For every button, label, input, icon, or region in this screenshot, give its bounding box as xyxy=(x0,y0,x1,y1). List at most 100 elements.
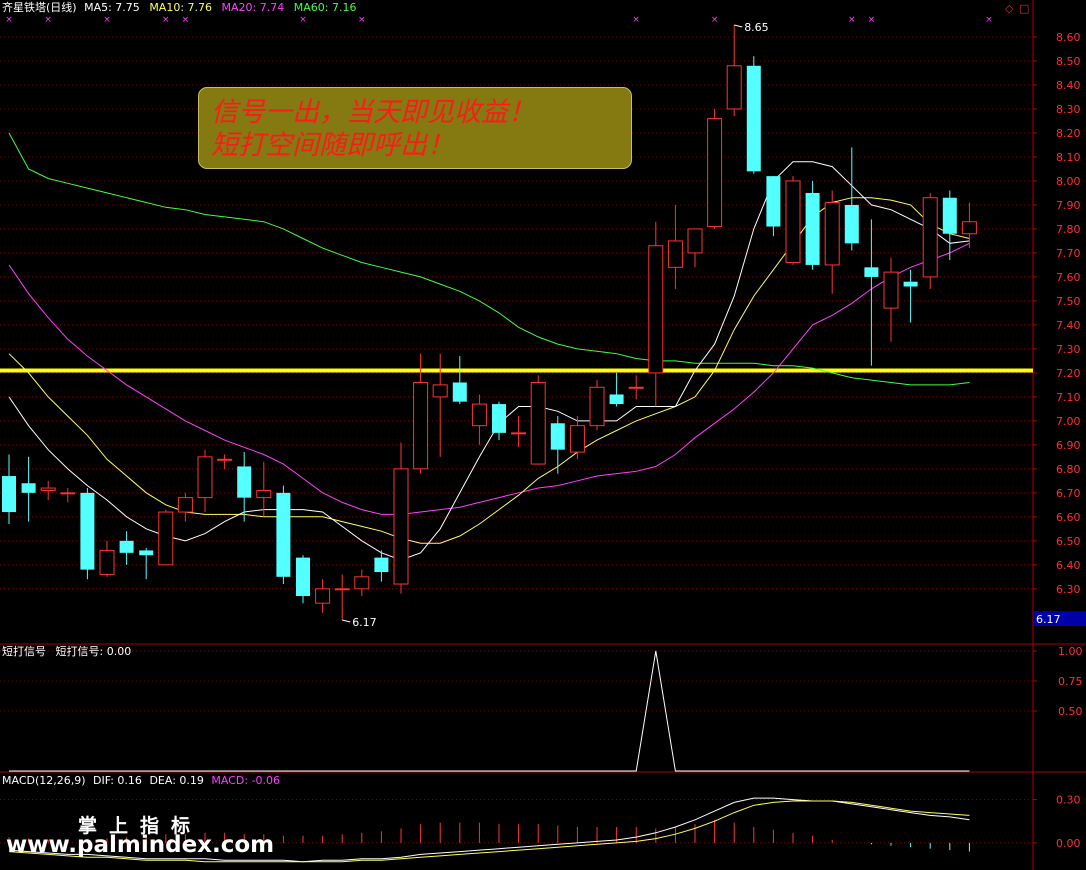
price-tick-label: 6.90 xyxy=(1056,439,1081,452)
dea-label: DEA: 0.19 xyxy=(149,774,204,787)
candle-body xyxy=(961,221,977,235)
chart-legend: 齐星铁塔(日线) MA5: 7.75 MA10: 7.76 MA20: 7.74… xyxy=(2,1,356,15)
price-tick-label: 8.60 xyxy=(1056,31,1081,44)
candle-body xyxy=(99,549,115,575)
candle-body xyxy=(354,576,370,590)
ma20-label: MA20: 7.74 xyxy=(221,1,285,14)
candle-body xyxy=(413,381,429,470)
annotation-pointer xyxy=(342,619,351,623)
dif-label: DIF: 0.16 xyxy=(93,774,142,787)
candle-body xyxy=(922,197,938,278)
signal-marker: × xyxy=(299,15,307,25)
candle-body xyxy=(334,588,350,591)
candle-body xyxy=(707,118,723,228)
candle-body xyxy=(726,65,742,110)
signal-marker: × xyxy=(711,15,719,25)
candle-body xyxy=(471,403,487,427)
candle-body xyxy=(296,557,310,597)
price-tick-label: 8.00 xyxy=(1056,175,1081,188)
price-tick-label: 7.40 xyxy=(1056,319,1081,332)
candle-body xyxy=(550,423,565,450)
macd-title: MACD(12,26,9) xyxy=(2,774,86,787)
signal-legend: 短打信号 短打信号: 0.00 xyxy=(2,645,131,659)
price-tick-label: 6.40 xyxy=(1056,559,1081,572)
signal-marker: × xyxy=(162,15,170,25)
candle-body xyxy=(942,197,957,234)
candle-body xyxy=(569,425,585,453)
watermark-url: www.palmindex.com xyxy=(6,832,275,858)
macd-label: MACD: -0.06 xyxy=(211,774,281,787)
candle-body xyxy=(805,192,820,265)
signal-marker: × xyxy=(103,15,111,25)
candle-body xyxy=(315,588,331,604)
price-tick-label: 8.40 xyxy=(1056,79,1081,92)
candle-body xyxy=(177,497,193,513)
candle-body xyxy=(452,382,467,402)
annotation-pointer xyxy=(734,24,743,28)
ma20-line xyxy=(8,242,970,515)
candle-body xyxy=(903,281,918,287)
candle-body xyxy=(2,476,16,513)
signal-line xyxy=(9,650,970,772)
current-price-label: 6.17 xyxy=(1036,613,1061,626)
annotation-label: 6.17 xyxy=(352,616,377,629)
candle-body xyxy=(197,456,213,499)
candle-body xyxy=(139,550,154,556)
signal-tick-label: 1.00 xyxy=(1058,645,1083,658)
signal-marker: × xyxy=(182,15,190,25)
candle-body xyxy=(60,492,76,495)
price-tick-label: 7.00 xyxy=(1056,415,1081,428)
signal-marker: × xyxy=(632,15,640,25)
signal-value: 短打信号: 0.00 xyxy=(55,645,132,658)
candle-body xyxy=(432,384,448,398)
candle-body xyxy=(844,204,859,244)
price-tick-label: 6.50 xyxy=(1056,535,1081,548)
signal-marker: × xyxy=(5,15,13,25)
candle-body xyxy=(21,483,36,493)
candle-body xyxy=(119,540,134,553)
candle-body xyxy=(393,468,409,585)
price-tick-label: 8.10 xyxy=(1056,151,1081,164)
candle-body xyxy=(746,65,761,172)
price-tick-label: 6.60 xyxy=(1056,511,1081,524)
signal-marker: × xyxy=(868,15,876,25)
signal-tick-label: 0.50 xyxy=(1058,705,1083,718)
candle-body xyxy=(511,432,527,435)
candle-body xyxy=(80,492,95,570)
ma60-label: MA60: 7.16 xyxy=(293,1,357,14)
candle-body xyxy=(609,394,624,405)
price-tick-label: 7.80 xyxy=(1056,223,1081,236)
price-tick-label: 8.50 xyxy=(1056,55,1081,68)
signal-marker: × xyxy=(44,15,52,25)
candle-body xyxy=(864,267,879,277)
candle-body xyxy=(530,381,546,465)
candle-body xyxy=(883,271,899,309)
price-tick-label: 6.80 xyxy=(1056,463,1081,476)
signal-tick-label: 0.75 xyxy=(1058,675,1083,688)
promo-banner: 信号一出，当天即见收益！ 短打空间随即呼出！ xyxy=(198,87,632,169)
candle-body xyxy=(687,228,703,254)
candle-body xyxy=(766,176,781,227)
candle-body xyxy=(589,386,605,427)
banner-line-1: 信号一出，当天即见收益！ xyxy=(211,97,535,128)
price-tick-label: 8.20 xyxy=(1056,127,1081,140)
candle-body xyxy=(492,404,506,433)
price-tick-label: 7.70 xyxy=(1056,247,1081,260)
price-tick-label: 7.10 xyxy=(1056,391,1081,404)
price-tick-label: 7.50 xyxy=(1056,295,1081,308)
candle-body xyxy=(256,489,272,499)
candle-body xyxy=(374,557,389,573)
candle-body xyxy=(667,240,683,268)
ma5-label: MA5: 7.75 xyxy=(84,1,140,14)
price-tick-label: 8.30 xyxy=(1056,103,1081,116)
macd-legend: MACD(12,26,9) DIF: 0.16 DEA: 0.19 MACD: … xyxy=(2,774,280,788)
candle-body xyxy=(785,180,801,264)
candle-body xyxy=(628,386,644,389)
candle-body xyxy=(40,487,56,491)
banner-line-2: 短打空间随即呼出！ xyxy=(211,130,454,161)
candle-body xyxy=(276,492,291,577)
price-tick-label: 7.30 xyxy=(1056,343,1081,356)
square-icon[interactable]: □ xyxy=(1019,2,1029,15)
diamond-icon[interactable]: ◇ xyxy=(1005,2,1013,15)
signal-marker: × xyxy=(985,15,993,25)
